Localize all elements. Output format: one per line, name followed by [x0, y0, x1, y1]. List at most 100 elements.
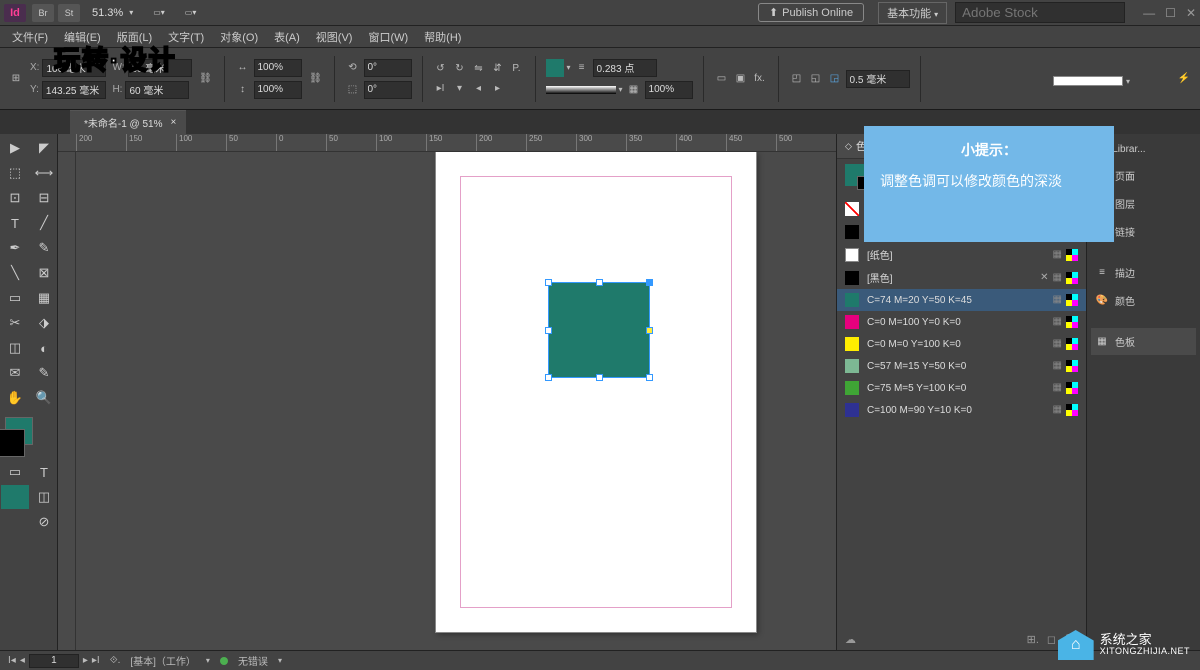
handle-bl[interactable]: [545, 374, 552, 381]
minimize-button[interactable]: —: [1143, 6, 1155, 20]
first-page-icon[interactable]: I◂: [8, 655, 16, 666]
apply-color-icon[interactable]: [1, 485, 29, 509]
handle-mr[interactable]: [646, 327, 653, 334]
swatch-row[interactable]: C=0 M=0 Y=100 K=0▦: [837, 333, 1086, 355]
text-wrap-none-icon[interactable]: ▭: [714, 71, 730, 87]
swatch-row[interactable]: [黑色]✕▦: [837, 266, 1086, 289]
scale-x-input[interactable]: [254, 59, 302, 77]
y-input[interactable]: [42, 81, 106, 99]
select-prev-icon[interactable]: ◂: [471, 81, 487, 97]
select-container-icon[interactable]: ▸I: [433, 81, 449, 97]
h-input[interactable]: [125, 81, 189, 99]
handle-ml[interactable]: [545, 327, 552, 334]
selected-rectangle[interactable]: [548, 282, 650, 378]
select-next-icon[interactable]: ▸: [490, 81, 506, 97]
ellipse-tool[interactable]: ▦: [30, 286, 58, 310]
color-profile[interactable]: [基本]（工作）: [130, 653, 196, 668]
scissors-tool[interactable]: ✂: [1, 311, 29, 335]
menu-object[interactable]: 对象(O): [214, 27, 264, 47]
select-content-icon[interactable]: ▾: [452, 81, 468, 97]
corner-shape-icon[interactable]: ◱: [808, 71, 824, 87]
zoom-level[interactable]: 51.3%: [92, 7, 123, 19]
preflight-label[interactable]: 无错误: [238, 653, 268, 668]
handle-tm[interactable]: [596, 279, 603, 286]
handle-tl[interactable]: [545, 279, 552, 286]
swatch-row[interactable]: [纸色]▦: [837, 243, 1086, 266]
rotate-input[interactable]: [364, 59, 412, 77]
swatch-row[interactable]: C=74 M=20 Y=50 K=45▦: [837, 289, 1086, 311]
last-page-icon[interactable]: ▸I: [92, 655, 100, 666]
cloud-icon[interactable]: ☁: [845, 633, 856, 646]
rotate-ccw-icon[interactable]: ↺: [433, 61, 449, 77]
fx-icon[interactable]: fx.: [752, 71, 768, 87]
fill-dropdown-icon[interactable]: ▾: [567, 63, 571, 72]
menu-view[interactable]: 视图(V): [310, 27, 359, 47]
formatting-container-icon[interactable]: ▭: [1, 460, 29, 484]
arrange-icon[interactable]: ▭▾: [153, 8, 165, 17]
flip-v-icon[interactable]: ⇵: [490, 61, 506, 77]
page-tool[interactable]: ⬚: [1, 161, 29, 185]
zoom-tool[interactable]: 🔍: [30, 386, 58, 410]
next-page-icon[interactable]: ▸: [83, 655, 88, 666]
screen-mode-icon[interactable]: ▭▾: [185, 8, 197, 17]
close-button[interactable]: ✕: [1186, 6, 1196, 20]
rail-color[interactable]: 🎨颜色: [1091, 287, 1196, 314]
new-swatch-group-icon[interactable]: ⊞.: [1027, 633, 1039, 646]
prev-page-icon[interactable]: ◂: [20, 655, 25, 666]
workspace-selector[interactable]: 基本功能 ▾: [878, 2, 947, 24]
stock-icon[interactable]: St: [58, 4, 80, 22]
document-tab[interactable]: *未命名-1 @ 51% ×: [70, 110, 186, 134]
corner-size-input[interactable]: [846, 70, 910, 88]
pen-tool[interactable]: ✒: [1, 236, 29, 260]
rotate-cw-icon[interactable]: ↻: [452, 61, 468, 77]
swatch-row[interactable]: C=75 M=5 Y=100 K=0▦: [837, 377, 1086, 399]
p-icon[interactable]: P.: [509, 61, 525, 77]
eyedropper-tool[interactable]: ✎: [30, 361, 58, 385]
pencil-tool[interactable]: ✎: [30, 236, 58, 260]
stroke-style[interactable]: [546, 86, 616, 94]
publish-online-button[interactable]: ⬆ Publish Online: [758, 3, 864, 22]
line-tool[interactable]: ╲: [1, 261, 29, 285]
canvas[interactable]: [76, 152, 836, 650]
handle-br[interactable]: [646, 374, 653, 381]
stroke-weight-input[interactable]: [593, 59, 657, 77]
profile-dropdown-icon[interactable]: ▾: [206, 656, 210, 665]
reference-point-icon[interactable]: ⊞: [8, 71, 24, 87]
direct-selection-tool[interactable]: ◤: [30, 136, 58, 160]
handle-tr[interactable]: [646, 279, 653, 286]
hand-tool[interactable]: ✋: [1, 386, 29, 410]
menu-help[interactable]: 帮助(H): [418, 27, 467, 47]
scale-y-input[interactable]: [254, 81, 302, 99]
live-corner-icon[interactable]: ◲: [827, 71, 843, 87]
gradient-swatch-tool[interactable]: ◫: [1, 336, 29, 360]
open-nav-icon[interactable]: ⟐.: [110, 655, 121, 666]
flip-h-icon[interactable]: ⇋: [471, 61, 487, 77]
type-on-path-tool[interactable]: ╱: [30, 211, 58, 235]
content-collector-tool[interactable]: ⊡: [1, 186, 29, 210]
formatting-text-icon[interactable]: T: [30, 460, 58, 484]
apply-none-icon[interactable]: ⊘: [30, 510, 58, 534]
rectangle-tool[interactable]: ▭: [1, 286, 29, 310]
page[interactable]: [436, 152, 756, 632]
menu-window[interactable]: 窗口(W): [362, 27, 414, 47]
swatch-row[interactable]: C=0 M=100 Y=0 K=0▦: [837, 311, 1086, 333]
rectangle-frame-tool[interactable]: ⊠: [30, 261, 58, 285]
page-number-input[interactable]: [29, 654, 79, 668]
shear-input[interactable]: [364, 81, 412, 99]
close-tab-icon[interactable]: ×: [171, 117, 177, 128]
note-tool[interactable]: ✉: [1, 361, 29, 385]
constrain-scale-icon[interactable]: ⛓: [308, 71, 324, 87]
fill-swatch[interactable]: [546, 59, 564, 77]
rail-swatches[interactable]: ▦色板: [1091, 328, 1196, 355]
flash-icon[interactable]: ⚡: [1176, 71, 1192, 87]
rail-stroke[interactable]: ≡描边: [1091, 259, 1196, 286]
opacity-input[interactable]: [645, 81, 693, 99]
zoom-dropdown-icon[interactable]: ▾: [129, 8, 133, 17]
constrain-icon[interactable]: ⛓: [198, 71, 214, 87]
handle-bm[interactable]: [596, 374, 603, 381]
type-tool[interactable]: T: [1, 211, 29, 235]
fill-large[interactable]: [1053, 76, 1123, 86]
corner-options-icon[interactable]: ◰: [789, 71, 805, 87]
selection-tool[interactable]: ▶: [1, 136, 29, 160]
content-placer-tool[interactable]: ⊟: [30, 186, 58, 210]
